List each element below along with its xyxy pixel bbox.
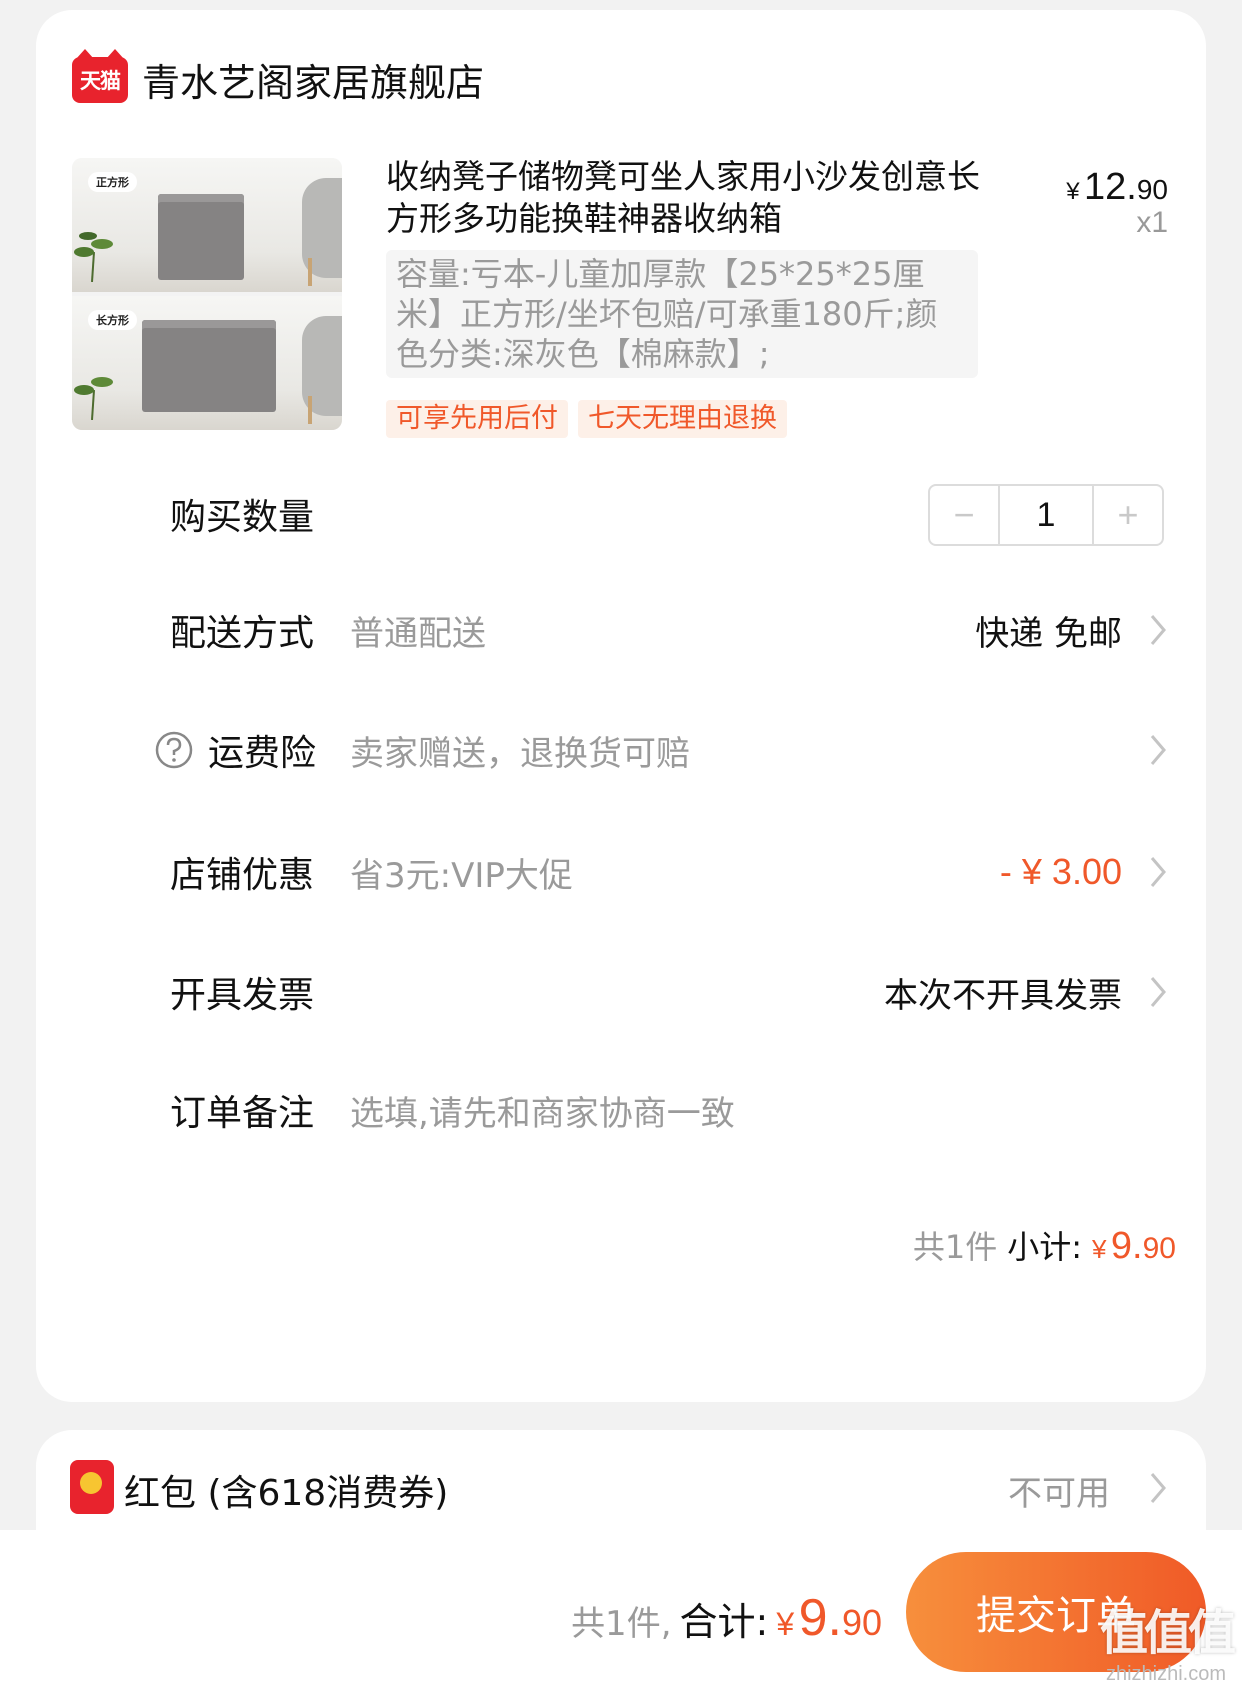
total-amount: ¥ 9.90 bbox=[776, 1588, 882, 1648]
delivery-label: 配送方式 bbox=[170, 613, 315, 654]
discount-desc: 省3元:VIP大促 bbox=[350, 855, 573, 896]
total-label: 合计: bbox=[679, 1600, 769, 1644]
checkout-bar: 共1件, 合计: ¥ 9.90 提交订单 值值值 zhizhizhi.com bbox=[0, 1530, 1242, 1692]
plant-icon bbox=[74, 377, 113, 420]
shop-header[interactable]: 天猫 青水艺阁家居旗舰店 bbox=[72, 48, 484, 107]
red-envelope-icon bbox=[70, 1460, 114, 1514]
chevron-right-icon bbox=[1150, 1473, 1166, 1503]
invoice-label: 开具发票 bbox=[170, 975, 315, 1016]
tmall-logo: 天猫 bbox=[72, 48, 128, 103]
stool-rectangle bbox=[142, 320, 276, 412]
thumbnail-rect-variant: 长方形 bbox=[72, 296, 342, 430]
decrease-button[interactable]: − bbox=[930, 486, 998, 544]
service-tags: 可享先用后付 七天无理由退换 bbox=[386, 400, 787, 438]
quantity-label: 购买数量 bbox=[170, 497, 315, 538]
order-total: 共1件, 合计: ¥ 9.90 bbox=[571, 1588, 882, 1648]
thumbnail-tag: 长方形 bbox=[88, 310, 137, 330]
subtotal: 共1件 小计: ¥ 9.90 bbox=[913, 1222, 1176, 1268]
subtotal-amount: ¥ 9.90 bbox=[1092, 1225, 1176, 1268]
thumbnail-tag: 正方形 bbox=[88, 172, 137, 192]
subtotal-count: 共1件 bbox=[912, 1228, 998, 1266]
note-label: 订单备注 bbox=[170, 1093, 315, 1134]
chair-leg bbox=[308, 396, 312, 424]
stool-square bbox=[158, 194, 244, 280]
chevron-right-icon bbox=[1150, 735, 1166, 765]
watermark-url: zhizhizhi.com bbox=[1105, 1663, 1227, 1685]
product-price: ¥ 12.90 bbox=[1066, 166, 1168, 209]
hongbao-label: 红包 (含618消费券) bbox=[124, 1473, 449, 1514]
row-order-note: 订单备注 选填,请先和商家协商一致 bbox=[36, 1080, 1206, 1140]
chevron-right-icon bbox=[1150, 857, 1166, 887]
price-currency: ¥ bbox=[1066, 178, 1080, 205]
product-thumbnail[interactable]: 正方形 长方形 bbox=[72, 158, 342, 430]
watermark-logo: 值值值 bbox=[1099, 1607, 1236, 1660]
discount-label: 店铺优惠 bbox=[170, 855, 315, 896]
delivery-value: 快递 免邮 bbox=[975, 613, 1122, 654]
total-integer: 9. bbox=[798, 1589, 842, 1647]
subtotal-integer: 9. bbox=[1110, 1225, 1143, 1267]
invoice-value: 本次不开具发票 bbox=[884, 975, 1122, 1016]
subtotal-currency: ¥ bbox=[1092, 1234, 1107, 1264]
product-title[interactable]: 收纳凳子储物凳可坐人家用小沙发创意长方形多功能换鞋神器收纳箱 bbox=[386, 156, 986, 240]
total-count: 共1件, bbox=[571, 1604, 672, 1644]
price-integer: 12. bbox=[1084, 166, 1137, 208]
chair-leg bbox=[308, 258, 312, 286]
row-delivery[interactable]: 配送方式 普通配送 快递 免邮 bbox=[36, 600, 1206, 660]
thumbnail-square-variant: 正方形 bbox=[72, 158, 342, 292]
price-decimal: 90 bbox=[1136, 174, 1168, 205]
product-spec[interactable]: 容量:亏本-儿童加厚款【25*25*25厘米】正方形/坐坏包赔/可承重180斤;… bbox=[386, 250, 978, 378]
tag-pay-later: 可享先用后付 bbox=[386, 400, 568, 438]
row-invoice[interactable]: 开具发票 本次不开具发票 bbox=[36, 962, 1206, 1022]
quantity-value[interactable]: 1 bbox=[998, 486, 1094, 544]
discount-value: - ¥ 3.00 bbox=[999, 851, 1122, 892]
order-note-input[interactable]: 选填,请先和商家协商一致 bbox=[350, 1086, 735, 1135]
tmall-badge-text: 天猫 bbox=[80, 68, 121, 93]
plant-icon bbox=[74, 232, 113, 282]
total-currency: ¥ bbox=[776, 1606, 795, 1642]
tag-free-return: 七天无理由退换 bbox=[578, 400, 787, 438]
quantity-stepper[interactable]: − 1 + bbox=[928, 484, 1164, 546]
product-quantity: x1 bbox=[1136, 206, 1168, 239]
shop-name[interactable]: 青水艺阁家居旗舰店 bbox=[142, 52, 484, 107]
row-shop-discount[interactable]: 店铺优惠 省3元:VIP大促 - ¥ 3.00 bbox=[36, 842, 1206, 902]
question-icon[interactable] bbox=[154, 730, 194, 770]
order-card: 天猫 青水艺阁家居旗舰店 正方形 长方形 收纳凳子储物凳可坐人家用小沙发创意长方… bbox=[36, 10, 1206, 1402]
row-shipping-insurance[interactable]: 运费险 卖家赠送，退换货可赔 bbox=[36, 720, 1206, 780]
chevron-right-icon bbox=[1150, 615, 1166, 645]
hongbao-status: 不可用 bbox=[1008, 1474, 1110, 1514]
insurance-desc: 卖家赠送，退换货可赔 bbox=[350, 733, 690, 774]
subtotal-decimal: 90 bbox=[1142, 1232, 1176, 1265]
total-decimal: 90 bbox=[841, 1602, 882, 1643]
watermark: 值值值 zhizhizhi.com bbox=[1099, 1593, 1236, 1686]
insurance-label: 运费险 bbox=[208, 733, 317, 774]
increase-button[interactable]: + bbox=[1094, 486, 1162, 544]
delivery-method: 普通配送 bbox=[350, 613, 486, 654]
subtotal-label: 小计: bbox=[1007, 1228, 1082, 1266]
chevron-right-icon bbox=[1150, 977, 1166, 1007]
